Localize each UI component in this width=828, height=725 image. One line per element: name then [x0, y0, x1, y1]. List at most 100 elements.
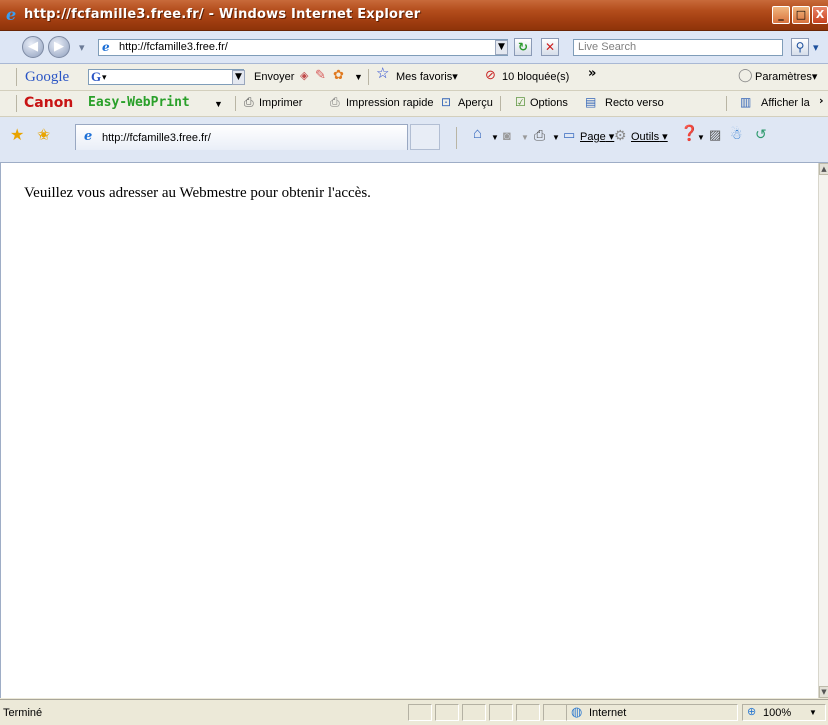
home-icon[interactable]: ⌂ — [473, 126, 482, 141]
refresh-icon[interactable]: ↻ — [514, 38, 532, 56]
research-icon[interactable]: ▨ — [709, 128, 721, 142]
stop-icon[interactable]: ✕ — [541, 38, 559, 56]
send-arrow-icon[interactable]: ◈ — [300, 69, 308, 83]
google-bookmarks-button[interactable]: Mes favoris▾ — [396, 70, 458, 84]
google-logo[interactable]: Google — [25, 69, 69, 85]
forward-button[interactable]: ▶ — [48, 36, 70, 58]
scroll-up-arrow[interactable]: ▲ — [819, 163, 828, 175]
tab-active[interactable]: e http://fcfamille3.free.fr/ — [75, 124, 408, 150]
status-panel — [543, 704, 567, 721]
popups-blocked-button[interactable]: 10 bloquée(s) — [502, 70, 569, 84]
page-menu-button[interactable]: Page ▾ — [580, 130, 614, 144]
google-search-field[interactable]: G ▾ — [88, 69, 244, 85]
print-icon[interactable]: ⎙ — [534, 128, 545, 142]
separator — [456, 127, 457, 149]
google-toolbar: Google G ▾ ▼ Envoyer ◈ ✎ ✿ ▼ ☆ Mes favor… — [0, 64, 828, 91]
status-text: Terminé — [3, 707, 43, 719]
duplex-icon[interactable]: ▤ — [585, 95, 596, 109]
settings-icon[interactable]: ◯ — [738, 68, 753, 82]
tab-page-icon: e — [84, 129, 93, 144]
tools-gear-icon[interactable]: ⚙ — [614, 128, 627, 142]
preview-button[interactable]: Aperçu — [458, 96, 493, 110]
feeds-dropdown-icon[interactable]: ▼ — [521, 131, 529, 145]
easy-webprint-button[interactable]: Easy-WebPrint — [88, 95, 190, 111]
search-icon[interactable]: ⚲ — [791, 38, 809, 56]
vertical-scrollbar[interactable]: ▲ ▼ — [818, 163, 828, 698]
quick-print-button[interactable]: Impression rapide — [346, 96, 433, 110]
extension-icon[interactable]: ↺ — [755, 127, 767, 141]
ie-logo-icon: e — [6, 5, 17, 24]
address-field[interactable]: e http://fcfamille3.free.fr/ — [98, 39, 508, 56]
canon-logo: Canon — [24, 95, 74, 111]
duplex-button[interactable]: Recto verso — [605, 96, 664, 110]
bookmark-star-icon[interactable]: ☆ — [376, 66, 389, 81]
preview-icon[interactable]: ⊡ — [441, 95, 451, 109]
print-dropdown-icon[interactable]: ▼ — [552, 131, 560, 145]
title-bar[interactable]: e http://fcfamille3.free.fr/ - Windows I… — [0, 0, 828, 31]
page-icon[interactable]: ▭ — [563, 128, 575, 142]
zoom-panel[interactable]: ⊕ 100% ▼ — [742, 704, 826, 721]
status-panel — [408, 704, 432, 721]
toolbar-grip — [16, 95, 17, 112]
address-row: ◀ ▶ ▾ e http://fcfamille3.free.fr/ ▼ ↻ ✕… — [0, 31, 828, 64]
maximize-button[interactable]: □ — [792, 6, 810, 24]
add-favorite-icon[interactable]: ✬ — [37, 128, 50, 144]
spellcheck-icon[interactable]: ✎ — [315, 68, 326, 82]
home-dropdown-icon[interactable]: ▼ — [491, 131, 499, 145]
show-icon[interactable]: ▥ — [740, 95, 751, 109]
zone-label: Internet — [589, 707, 627, 719]
status-panel — [435, 704, 459, 721]
tools-menu-button[interactable]: Outils ▾ — [631, 130, 668, 144]
status-panel — [489, 704, 513, 721]
separator — [368, 69, 369, 85]
help-dropdown-icon[interactable]: ▼ — [697, 131, 705, 145]
settings-button[interactable]: Paramètres▾ — [755, 70, 817, 84]
bookmarks-label: Mes favoris — [396, 71, 453, 83]
google-send-button[interactable]: Envoyer — [254, 70, 294, 84]
zoom-dropdown-icon[interactable]: ▼ — [809, 706, 817, 720]
canon-overflow-icon[interactable]: › — [819, 94, 824, 108]
scroll-down-arrow[interactable]: ▼ — [819, 686, 828, 698]
back-button[interactable]: ◀ — [22, 36, 44, 58]
favorites-star-icon[interactable]: ★ — [10, 128, 24, 144]
address-url: http://fcfamille3.free.fr/ — [119, 41, 228, 53]
translate-dropdown-icon[interactable]: ▼ — [354, 70, 363, 84]
feeds-icon[interactable]: ◙ — [503, 129, 511, 143]
security-zone-panel[interactable]: ◍ Internet — [566, 704, 738, 721]
translate-icon[interactable]: ✿ — [333, 68, 344, 82]
status-panel — [516, 704, 540, 721]
tab-row: ★ ✬ e http://fcfamille3.free.fr/ ⌂ ▼ ◙ ▼… — [0, 117, 828, 163]
zoom-level: 100% — [763, 707, 792, 719]
search-input[interactable]: Live Search — [573, 39, 783, 56]
popup-blocker-icon[interactable]: ⊘ — [485, 68, 496, 82]
print-icon[interactable]: ⎙ — [244, 95, 254, 109]
new-tab-button[interactable] — [410, 124, 440, 150]
minimize-button[interactable]: _ — [772, 6, 790, 24]
tools-menu-label: Outils — [631, 131, 660, 143]
quick-print-icon[interactable]: ⎙ — [330, 95, 340, 109]
separator — [726, 96, 727, 111]
globe-icon: ◍ — [571, 704, 583, 719]
print-button[interactable]: Imprimer — [259, 96, 302, 110]
google-g-icon[interactable]: G — [91, 70, 101, 84]
search-options-icon[interactable]: ▾ — [813, 41, 819, 55]
google-g-dropdown-icon[interactable]: ▾ — [102, 70, 107, 84]
separator — [500, 96, 501, 111]
canon-toolbar: Canon Easy-WebPrint ▼ ⎙ Imprimer ⎙ Impre… — [0, 91, 828, 117]
toolbar-grip — [16, 68, 17, 86]
show-button[interactable]: Afficher la — [761, 96, 810, 110]
page-content[interactable]: Veuillez vous adresser au Webmestre pour… — [0, 163, 819, 698]
access-message: Veuillez vous adresser au Webmestre pour… — [24, 185, 371, 201]
help-icon[interactable]: ❓ — [680, 126, 699, 141]
close-button[interactable]: X — [812, 6, 828, 24]
history-dropdown-icon[interactable]: ▾ — [79, 41, 85, 55]
toolbar-overflow-button[interactable]: » — [588, 67, 596, 81]
page-menu-label: Page — [580, 131, 606, 143]
page-icon: e — [102, 40, 110, 54]
address-dropdown-button[interactable]: ▼ — [495, 40, 508, 55]
easy-webprint-dropdown-icon[interactable]: ▼ — [214, 97, 223, 111]
options-icon[interactable]: ☑ — [515, 95, 526, 109]
messenger-icon[interactable]: ☃ — [730, 127, 743, 141]
google-search-dropdown[interactable]: ▼ — [232, 70, 245, 85]
options-button[interactable]: Options — [530, 96, 568, 110]
